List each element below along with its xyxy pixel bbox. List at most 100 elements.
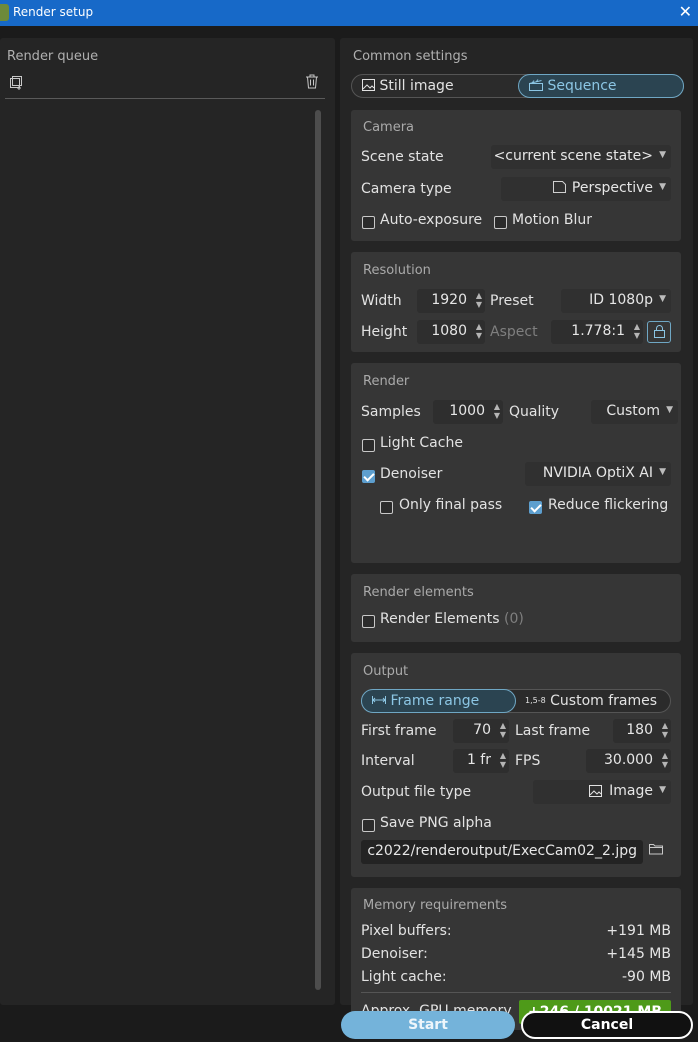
chevron-down-icon: ▼ — [659, 150, 666, 160]
denoiser-label: Denoiser — [380, 466, 443, 482]
fps-value: 30.000 — [604, 752, 653, 768]
reduce-flickering-checkbox[interactable] — [529, 501, 542, 514]
aspect-spinner[interactable]: 1.778:1 ▲ ▼ — [551, 320, 643, 344]
memory-section: Memory requirements Pixel buffers: +191 … — [351, 888, 681, 1030]
output-section-title: Output — [363, 664, 409, 679]
samples-label: Samples — [361, 404, 421, 420]
pixel-buffers-label: Pixel buffers: — [361, 923, 452, 939]
render-section: Render Samples 1000 ▲ ▼ Quality Custom ▼ … — [351, 363, 681, 563]
first-frame-spinner[interactable]: 70 ▲ ▼ — [453, 719, 509, 743]
motion-blur-checkbox[interactable] — [494, 216, 507, 229]
height-spinner[interactable]: 1080 ▲ ▼ — [417, 320, 485, 344]
output-section: Output Frame range 1,5-8 Custom frames F… — [351, 653, 681, 877]
memory-divider — [361, 992, 671, 993]
scene-state-dropdown[interactable]: <current scene state> ▼ — [491, 145, 671, 169]
denoiser-memory-value: +145 MB — [606, 946, 671, 962]
clapper-icon — [529, 78, 543, 94]
reduce-flickering-label: Reduce flickering — [548, 497, 669, 513]
scene-state-value: <current scene state> — [493, 148, 653, 164]
mode-toggle: Still image Sequence — [351, 74, 684, 98]
interval-value: 1 fr — [466, 752, 491, 768]
camera-type-value: Perspective — [571, 180, 653, 196]
queue-scrollbar[interactable] — [315, 110, 321, 990]
only-final-pass-checkbox[interactable] — [380, 501, 393, 514]
common-settings-panel: Common settings Still image Sequence Cam… — [340, 38, 693, 1030]
title-bar: Render setup ✕ — [0, 0, 698, 26]
frame-range-icon — [372, 693, 386, 709]
samples-value: 1000 — [449, 403, 485, 419]
light-cache-memory-label: Light cache: — [361, 969, 447, 985]
frame-mode-toggle: Frame range 1,5-8 Custom frames — [361, 689, 671, 713]
auto-exposure-label: Auto-exposure — [380, 212, 483, 228]
still-image-option[interactable]: Still image — [362, 75, 512, 97]
spinner-arrows-icon: ▲ ▼ — [633, 322, 640, 340]
render-section-title: Render — [363, 374, 410, 389]
save-png-alpha-label: Save PNG alpha — [380, 815, 492, 831]
quality-value: Custom — [606, 403, 660, 419]
folder-icon[interactable] — [649, 843, 663, 859]
only-final-pass-label: Only final pass — [399, 497, 503, 513]
spinner-arrows-icon: ▲ ▼ — [475, 291, 482, 309]
preset-label: Preset — [490, 293, 534, 309]
first-frame-value: 70 — [473, 722, 491, 738]
resolution-section-title: Resolution — [363, 263, 431, 278]
lock-aspect-button[interactable] — [647, 321, 671, 343]
width-value: 1920 — [431, 292, 467, 308]
interval-label: Interval — [361, 753, 415, 769]
render-elements-text: Render Elements — [380, 611, 500, 627]
start-button[interactable]: Start — [341, 1011, 515, 1039]
spinner-arrows-icon: ▲ ▼ — [661, 751, 668, 769]
quality-dropdown[interactable]: Custom ▼ — [591, 400, 678, 424]
preset-value: ID 1080p — [589, 292, 653, 308]
trash-icon[interactable] — [305, 74, 319, 93]
window-title: Render setup — [13, 5, 94, 19]
custom-frames-label: Custom frames — [550, 693, 658, 709]
samples-spinner[interactable]: 1000 ▲ ▼ — [433, 400, 503, 424]
camera-section: Camera Scene state <current scene state>… — [351, 110, 681, 241]
camera-type-label: Camera type — [361, 181, 452, 197]
output-path-input[interactable]: c2022/renderoutput/ExecCam02_2.jpg — [361, 840, 643, 864]
render-elements-count: (0) — [504, 611, 524, 627]
save-png-alpha-checkbox[interactable] — [362, 819, 375, 832]
aspect-value: 1.778:1 — [571, 323, 625, 339]
sequence-label: Sequence — [547, 78, 617, 94]
camera-section-title: Camera — [363, 120, 415, 135]
camera-type-dropdown[interactable]: Perspective ▼ — [501, 177, 671, 201]
chevron-down-icon: ▼ — [666, 405, 673, 415]
light-cache-checkbox[interactable] — [362, 439, 375, 452]
image-icon — [362, 78, 375, 94]
denoiser-checkbox[interactable] — [362, 470, 375, 483]
denoiser-dropdown[interactable]: NVIDIA OptiX AI ▼ — [525, 462, 671, 486]
last-frame-spinner[interactable]: 180 ▲ ▼ — [613, 719, 671, 743]
camera-view-icon — [553, 181, 567, 198]
first-frame-label: First frame — [361, 723, 437, 739]
spinner-arrows-icon: ▲ ▼ — [499, 751, 506, 769]
frame-range-option[interactable]: Frame range — [361, 689, 516, 713]
render-elements-checkbox[interactable] — [362, 615, 375, 628]
interval-spinner[interactable]: 1 fr ▲ ▼ — [453, 749, 509, 773]
auto-exposure-checkbox[interactable] — [362, 216, 375, 229]
denoiser-memory-label: Denoiser: — [361, 946, 428, 962]
output-file-type-value: Image — [609, 783, 653, 799]
fps-spinner[interactable]: 30.000 ▲ ▼ — [586, 749, 671, 773]
add-to-queue-icon[interactable] — [9, 75, 24, 94]
chevron-down-icon: ▼ — [659, 785, 666, 795]
sequence-option[interactable]: Sequence — [518, 74, 684, 98]
still-image-label: Still image — [379, 78, 454, 94]
width-spinner[interactable]: 1920 ▲ ▼ — [417, 289, 485, 313]
aspect-label: Aspect — [490, 324, 538, 340]
light-cache-memory-value: -90 MB — [622, 969, 671, 985]
chevron-down-icon: ▼ — [659, 467, 666, 477]
last-frame-value: 180 — [626, 722, 653, 738]
custom-frames-option[interactable]: 1,5-8 Custom frames — [525, 690, 671, 712]
spinner-arrows-icon: ▲ ▼ — [661, 721, 668, 739]
close-icon[interactable]: ✕ — [679, 2, 692, 21]
output-file-type-dropdown[interactable]: Image ▼ — [533, 780, 671, 804]
height-value: 1080 — [431, 323, 467, 339]
height-label: Height — [361, 324, 408, 340]
cancel-button[interactable]: Cancel — [521, 1011, 693, 1039]
render-elements-title: Render elements — [363, 585, 474, 600]
preset-dropdown[interactable]: ID 1080p ▼ — [561, 289, 671, 313]
common-settings-title: Common settings — [353, 49, 468, 64]
render-queue-title: Render queue — [7, 49, 99, 64]
